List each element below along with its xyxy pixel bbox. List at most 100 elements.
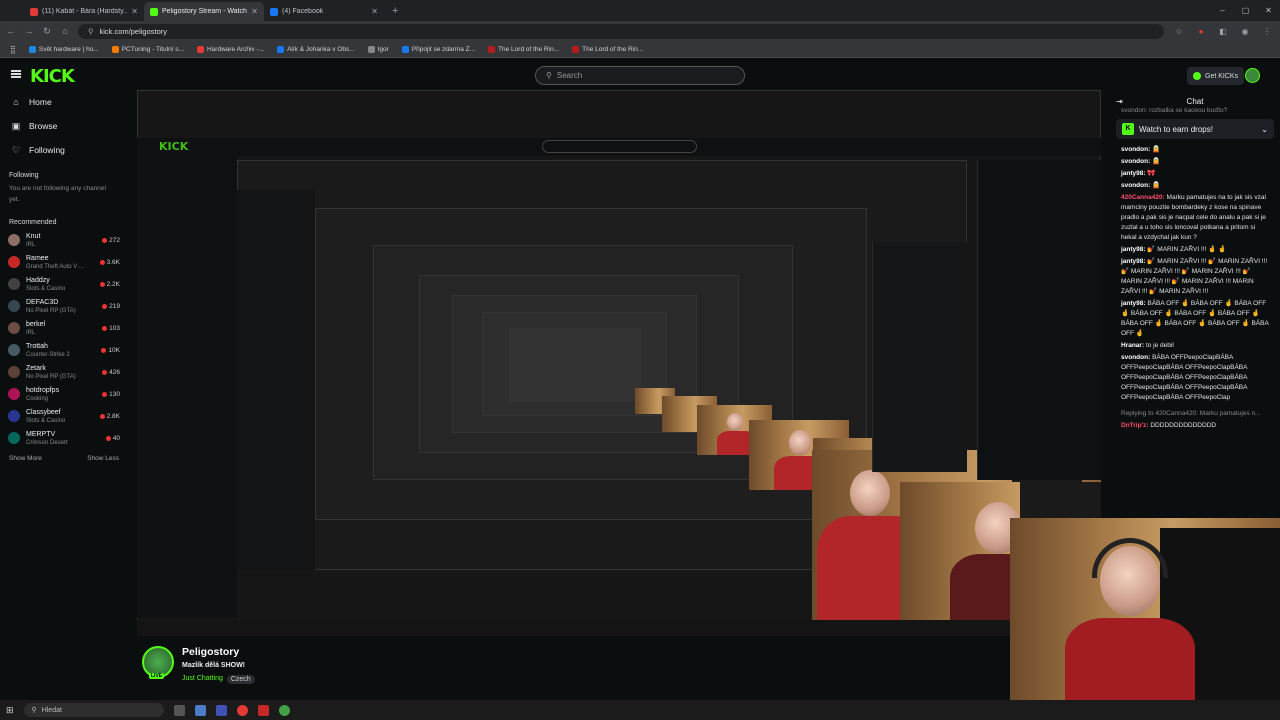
bookmark-item[interactable]: The Lord of the Rin... — [488, 45, 559, 53]
taskbar-app-icon[interactable] — [194, 704, 206, 716]
forward-icon[interactable]: → — [24, 26, 34, 36]
recommended-channel[interactable]: DEFAC3D No Pixel RP (GTA) 219 — [0, 295, 128, 317]
chevron-down-icon[interactable]: ⌄ — [1261, 125, 1268, 134]
chat-username[interactable]: 420Canna420: — [1121, 194, 1165, 201]
chat-username[interactable]: svondon: — [1121, 182, 1150, 189]
stream-title: Mazlík dělá SHOW! — [182, 662, 246, 669]
address-bar[interactable]: ⚲ kick.com/peligostory — [78, 23, 1164, 39]
chat-username[interactable]: svondon: — [1121, 146, 1150, 153]
reply-user[interactable]: DnTrip'z: — [1121, 422, 1149, 429]
browser-tab[interactable]: Peligostory Stream - Watch Li... ✕ — [144, 2, 264, 21]
live-badge: LIVE — [149, 673, 165, 679]
bookmark-item[interactable]: The Lord of the Rin... — [572, 45, 643, 53]
recommended-channel[interactable]: Trottah Counter-Strike 2 10K — [0, 339, 128, 361]
chat-text: 🎀 — [1147, 170, 1156, 177]
channel-category: Grand Theft Auto V ... — [26, 263, 84, 270]
bookmark-label: Hardware Archiv -... — [206, 45, 265, 53]
taskbar-chrome-icon[interactable] — [278, 704, 290, 716]
browser-tab[interactable]: (11) Kabát - Bára (Hardsty... ✕ — [24, 2, 144, 21]
extension-icon[interactable]: ● — [1194, 27, 1208, 36]
viewer-count: 426 — [102, 369, 120, 376]
bookmark-item[interactable]: Igor — [367, 45, 389, 53]
taskbar-app-icon[interactable] — [215, 704, 227, 716]
chat-username[interactable]: svondon: — [1121, 354, 1150, 361]
bookmark-item[interactable]: Připojit se zdarma Z... — [401, 45, 475, 53]
bookmark-item[interactable]: Svět hardware | ho... — [28, 45, 99, 53]
collapse-chat-icon[interactable]: ⇥ — [1116, 94, 1123, 110]
tab-title: (4) Facebook — [282, 8, 324, 15]
close-window-button[interactable]: ✕ — [1257, 0, 1280, 21]
browser-tab[interactable]: (4) Facebook ✕ — [264, 2, 384, 21]
nav-item-home[interactable]: ⌂ Home — [0, 90, 128, 114]
recommended-channel[interactable]: hotdropfps Cooking 130 — [0, 383, 128, 405]
reload-icon[interactable]: ↻ — [42, 26, 52, 37]
kick-drops-icon: K — [1122, 123, 1134, 135]
site-info-icon[interactable]: ⚲ — [88, 27, 94, 36]
chat-username[interactable]: janty98: — [1121, 258, 1146, 265]
recommended-channel[interactable]: Ramee Grand Theft Auto V ... 3.6K — [0, 251, 128, 273]
bookmark-item[interactable]: Hardware Archiv -... — [196, 45, 265, 53]
close-tab-icon[interactable]: ✕ — [371, 7, 378, 16]
chat-username[interactable]: janty98: — [1121, 170, 1146, 177]
windows-start-icon[interactable]: ⊞ — [6, 705, 14, 716]
taskbar-app-icon[interactable] — [173, 704, 185, 716]
chat-username[interactable]: Hranar: — [1121, 342, 1144, 349]
bookmark-star-icon[interactable]: ☆ — [1172, 27, 1186, 36]
streamer-avatar[interactable]: LIVE — [142, 646, 174, 679]
video-player[interactable]: KICK — [137, 90, 1101, 636]
browser-menu-icon[interactable]: ⋮ — [1260, 27, 1274, 36]
channel-avatar — [8, 234, 20, 246]
get-kicks-button[interactable]: Get KICKs — [1187, 67, 1245, 85]
recommended-channel[interactable]: berkel IRL 103 — [0, 317, 128, 339]
new-tab-button[interactable]: + — [384, 2, 406, 21]
viewer-count-value: 3.6K — [106, 258, 120, 266]
extensions-puzzle-icon[interactable]: ◧ — [1216, 27, 1230, 36]
tab-title: (11) Kabát - Bára (Hardsty... — [42, 8, 128, 15]
following-heading: Following — [9, 172, 39, 179]
recommended-channel[interactable]: Knut IRL 272 — [0, 229, 128, 251]
minimize-button[interactable]: – — [1211, 0, 1234, 21]
nav-item-browse[interactable]: ▣ Browse — [0, 114, 128, 138]
chat-username[interactable]: svondon: — [1121, 158, 1150, 165]
close-tab-icon[interactable]: ✕ — [131, 7, 138, 16]
menu-icon[interactable] — [11, 70, 21, 78]
viewer-count-value: 426 — [109, 368, 120, 376]
streamer-name[interactable]: Peligostory — [182, 646, 239, 658]
recommended-channel[interactable]: Classybeef Slots & Casino 2.8K — [0, 405, 128, 427]
recommended-channel[interactable]: Haddzy Slots & Casino 2.2K — [0, 273, 128, 295]
recommended-channel[interactable]: Zetark No Pixel RP (GTA) 426 — [0, 361, 128, 383]
recommended-heading: Recommended — [9, 219, 57, 226]
close-tab-icon[interactable]: ✕ — [251, 7, 258, 16]
taskbar-app-icon[interactable] — [257, 704, 269, 716]
home-icon[interactable]: ⌂ — [60, 26, 70, 36]
channel-name: Zetark — [26, 364, 46, 372]
browse-icon: ▣ — [11, 120, 21, 131]
chat-username[interactable]: janty98: — [1121, 246, 1146, 253]
user-avatar[interactable] — [1245, 68, 1260, 83]
nested-sidebar-2 — [237, 190, 315, 570]
viewer-count-value: 130 — [109, 390, 120, 398]
back-icon[interactable]: ← — [6, 26, 16, 36]
nav-label: Home — [29, 97, 52, 107]
chat-username[interactable]: janty98: — [1121, 300, 1146, 307]
language-tag[interactable]: Czech — [226, 675, 255, 684]
taskbar-search[interactable]: ⚲ Hledat — [23, 703, 164, 717]
taskbar-app-icon[interactable] — [236, 704, 248, 716]
nested-logo: KICK — [159, 140, 189, 153]
bookmark-item[interactable]: PCTuning - Titulní s... — [111, 45, 184, 53]
bookmark-label: Svět hardware | ho... — [38, 45, 99, 53]
profile-icon[interactable]: ◉ — [1238, 27, 1252, 36]
apps-icon[interactable]: ⣿ — [10, 45, 16, 54]
kick-logo[interactable]: KICK — [30, 66, 75, 87]
bookmark-favicon — [111, 45, 119, 53]
nav-item-following[interactable]: ♡ Following — [0, 138, 128, 162]
search-input[interactable]: ⚲ Search — [535, 66, 745, 85]
chat-text: 🧝 — [1152, 158, 1161, 165]
show-more-button[interactable]: Show More — [9, 455, 42, 462]
bookmark-item[interactable]: Alík & Johanka v Obs... — [277, 45, 355, 53]
maximize-button[interactable]: ▢ — [1234, 0, 1257, 21]
show-less-button[interactable]: Show Less — [87, 455, 119, 462]
stream-category[interactable]: Just Chatting — [182, 675, 223, 684]
recommended-channel[interactable]: MERPTV Crimson Desert 40 — [0, 427, 128, 449]
drops-banner[interactable]: K Watch to earn drops! ⌄ — [1116, 119, 1274, 139]
